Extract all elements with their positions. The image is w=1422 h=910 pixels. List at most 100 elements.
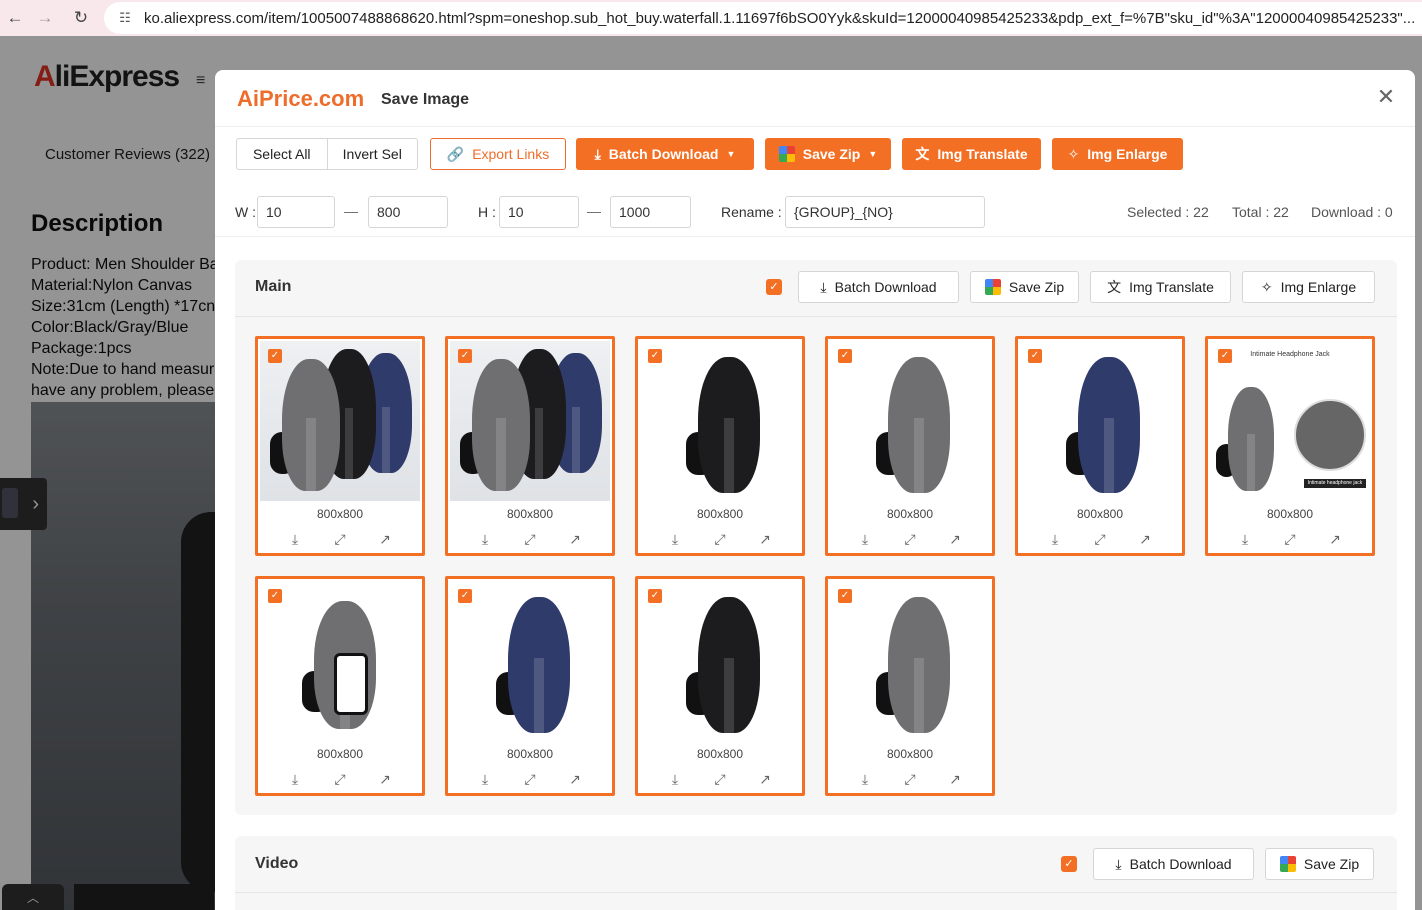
- download-icon[interactable]: ⤓: [1047, 531, 1064, 548]
- image-card[interactable]: ✓ 800x800 ⤓ ⤢ ↗: [825, 576, 995, 796]
- image-checkbox[interactable]: ✓: [268, 589, 282, 603]
- product-image[interactable]: [260, 581, 420, 741]
- image-card[interactable]: ✓ 800x800 ⤓ ⤢ ↗: [255, 576, 425, 796]
- expand-icon[interactable]: ⤢: [902, 771, 919, 788]
- open-external-icon[interactable]: ↗: [1327, 531, 1344, 548]
- img-translate-button[interactable]: 文 Img Translate: [902, 138, 1041, 170]
- image-card[interactable]: ✓ 800x800 ⤓ ⤢ ↗: [255, 336, 425, 556]
- product-image[interactable]: [640, 581, 800, 741]
- image-card[interactable]: Intimate Headphone Jack Intimate headphon…: [1205, 336, 1375, 556]
- open-external-icon[interactable]: ↗: [377, 771, 394, 788]
- rename-input[interactable]: [785, 196, 985, 228]
- download-icon[interactable]: ⤓: [857, 531, 874, 548]
- image-checkbox[interactable]: ✓: [648, 349, 662, 363]
- product-image[interactable]: [830, 341, 990, 501]
- image-card[interactable]: ✓ 800x800 ⤓ ⤢ ↗: [445, 576, 615, 796]
- reload-icon[interactable]: ↻: [66, 3, 96, 33]
- select-all-button[interactable]: Select All: [237, 139, 327, 169]
- image-checkbox[interactable]: ✓: [838, 589, 852, 603]
- save-zip-dropdown[interactable]: Save Zip ▼: [765, 138, 891, 170]
- download-icon[interactable]: ⤓: [857, 771, 874, 788]
- magic-wand-icon: ✧: [1067, 145, 1080, 162]
- expand-icon[interactable]: ⤢: [522, 771, 539, 788]
- video-batch-download-button[interactable]: ⤓ Batch Download: [1093, 848, 1254, 880]
- main-img-translate-button[interactable]: 文 Img Translate: [1090, 271, 1231, 303]
- expand-icon[interactable]: ⤢: [332, 771, 349, 788]
- zip-icon: [984, 279, 1001, 295]
- invert-selection-button[interactable]: Invert Sel: [326, 139, 418, 169]
- bag-shape: [282, 359, 340, 491]
- width-label: W :: [235, 204, 256, 220]
- download-icon[interactable]: ⤓: [667, 771, 684, 788]
- product-image[interactable]: [450, 581, 610, 741]
- product-image[interactable]: [1020, 341, 1180, 501]
- aiprice-logo[interactable]: AiPrice.com: [237, 86, 364, 112]
- image-card[interactable]: ✓ 800x800 ⤓ ⤢ ↗: [635, 576, 805, 796]
- expand-icon[interactable]: ⤢: [332, 531, 349, 548]
- product-image[interactable]: [830, 581, 990, 741]
- image-checkbox[interactable]: ✓: [268, 349, 282, 363]
- main-save-zip-button[interactable]: Save Zip: [970, 271, 1079, 303]
- close-icon[interactable]: ✕: [1375, 86, 1397, 108]
- batch-download-dropdown[interactable]: ⤓ Batch Download ▼: [576, 138, 754, 170]
- open-external-icon[interactable]: ↗: [567, 531, 584, 548]
- main-batch-download-button[interactable]: ⤓ Batch Download: [798, 271, 959, 303]
- image-caption: Intimate headphone jack: [1304, 479, 1366, 488]
- image-checkbox[interactable]: ✓: [1028, 349, 1042, 363]
- open-external-icon[interactable]: ↗: [1137, 531, 1154, 548]
- download-icon[interactable]: ⤓: [287, 531, 304, 548]
- height-max-input[interactable]: [610, 196, 691, 228]
- main-select-checkbox[interactable]: ✓: [766, 279, 782, 295]
- expand-icon[interactable]: ⤢: [902, 531, 919, 548]
- open-external-icon[interactable]: ↗: [947, 531, 964, 548]
- download-icon[interactable]: ⤓: [667, 531, 684, 548]
- image-card[interactable]: ✓ 800x800 ⤓ ⤢ ↗: [445, 336, 615, 556]
- forward-icon[interactable]: →: [30, 3, 60, 33]
- image-checkbox[interactable]: ✓: [458, 349, 472, 363]
- expand-icon[interactable]: ⤢: [522, 531, 539, 548]
- image-card[interactable]: ✓ 800x800 ⤓ ⤢ ↗: [635, 336, 805, 556]
- address-bar[interactable]: ☷ ko.aliexpress.com/item/100500748886862…: [104, 2, 1422, 34]
- selection-group: Select All Invert Sel: [236, 138, 418, 170]
- main-img-enlarge-button[interactable]: ✧ Img Enlarge: [1242, 271, 1375, 303]
- open-external-icon[interactable]: ↗: [757, 771, 774, 788]
- image-checkbox[interactable]: ✓: [458, 589, 472, 603]
- open-external-icon[interactable]: ↗: [567, 771, 584, 788]
- expand-icon[interactable]: ⤢: [1282, 531, 1299, 548]
- image-size: 800x800: [316, 747, 364, 761]
- expand-icon[interactable]: ⤢: [712, 771, 729, 788]
- download-icon[interactable]: ⤓: [1237, 531, 1254, 548]
- back-icon[interactable]: ←: [0, 3, 30, 33]
- img-enlarge-button[interactable]: ✧ Img Enlarge: [1052, 138, 1183, 170]
- product-image[interactable]: [450, 341, 610, 501]
- download-icon[interactable]: ⤓: [287, 771, 304, 788]
- image-checkbox[interactable]: ✓: [648, 589, 662, 603]
- export-links-button[interactable]: 🔗 Export Links: [430, 138, 566, 170]
- product-image[interactable]: [260, 341, 420, 501]
- expand-icon[interactable]: ⤢: [1092, 531, 1109, 548]
- height-label: H :: [478, 204, 496, 220]
- product-image[interactable]: [640, 341, 800, 501]
- expand-icon[interactable]: ⤢: [712, 531, 729, 548]
- open-external-icon[interactable]: ↗: [947, 771, 964, 788]
- width-min-input[interactable]: [257, 196, 335, 228]
- image-checkbox[interactable]: ✓: [1218, 349, 1232, 363]
- site-settings-icon[interactable]: ☷: [112, 7, 138, 29]
- image-checkbox[interactable]: ✓: [838, 349, 852, 363]
- translate-icon: 文: [1107, 279, 1122, 295]
- url-text[interactable]: ko.aliexpress.com/item/1005007488868620.…: [144, 10, 1414, 27]
- bag-shape: [888, 357, 950, 493]
- product-image[interactable]: Intimate Headphone Jack Intimate headphon…: [1210, 341, 1370, 501]
- open-external-icon[interactable]: ↗: [377, 531, 394, 548]
- height-min-input[interactable]: [499, 196, 579, 228]
- download-icon[interactable]: ⤓: [477, 771, 494, 788]
- open-external-icon[interactable]: ↗: [757, 531, 774, 548]
- bag-shape: [698, 597, 760, 733]
- video-select-checkbox[interactable]: ✓: [1061, 856, 1077, 872]
- width-max-input[interactable]: [368, 196, 448, 228]
- image-card[interactable]: ✓ 800x800 ⤓ ⤢ ↗: [825, 336, 995, 556]
- video-save-zip-button[interactable]: Save Zip: [1265, 848, 1374, 880]
- image-card[interactable]: ✓ 800x800 ⤓ ⤢ ↗: [1015, 336, 1185, 556]
- image-size: 800x800: [886, 747, 934, 761]
- download-icon[interactable]: ⤓: [477, 531, 494, 548]
